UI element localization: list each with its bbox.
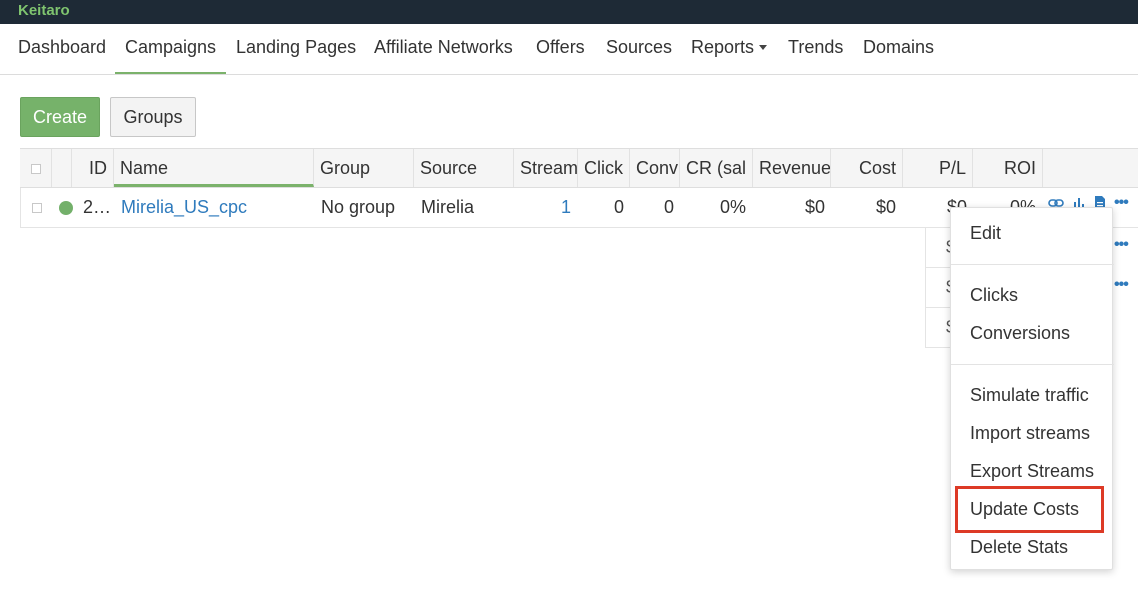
header-roi[interactable]: ROI (973, 149, 1043, 187)
status-dot-icon (59, 201, 73, 216)
header-pl[interactable]: P/L (903, 149, 973, 187)
menu-divider (951, 364, 1114, 365)
nav-offers[interactable]: Offers (536, 24, 585, 74)
header-conversions[interactable]: Conv (630, 149, 680, 187)
cell-source: Mirelia (421, 197, 475, 217)
menu-divider (951, 264, 1114, 265)
menu-item-conversions[interactable]: Conversions (970, 323, 1070, 344)
status-cell (59, 188, 75, 226)
cell-streams-link[interactable]: 1 (515, 188, 571, 226)
row-select-cell (21, 188, 53, 226)
cell-id: 2… (83, 197, 112, 217)
update-costs-highlight (955, 486, 1104, 533)
header-streams[interactable]: Stream (514, 149, 578, 187)
header-source[interactable]: Source (414, 149, 514, 187)
header-id[interactable]: ID (72, 149, 114, 187)
create-button[interactable]: Create (20, 97, 100, 137)
header-group[interactable]: Group (314, 149, 414, 187)
nav-landing-pages[interactable]: Landing Pages (236, 24, 356, 74)
nav-domains[interactable]: Domains (863, 24, 934, 74)
menu-item-export-streams[interactable]: Export Streams (970, 461, 1094, 482)
top-bar: Keitaro (0, 0, 1138, 24)
table-header: ID Name Group Source Stream Click Conv C… (20, 148, 1138, 188)
status-header (52, 149, 72, 187)
cell-cost: $0 (875, 197, 896, 217)
nav-campaigns[interactable]: Campaigns (115, 24, 227, 74)
more-actions-icon[interactable]: ••• (1114, 194, 1129, 212)
nav-affiliate-networks[interactable]: Affiliate Networks (374, 24, 513, 74)
select-all-cell (20, 149, 52, 187)
nav-sources[interactable]: Sources (606, 24, 672, 74)
select-all-checkbox[interactable] (30, 164, 41, 175)
header-actions (1043, 149, 1138, 187)
header-clicks[interactable]: Click (578, 149, 630, 187)
nav-reports[interactable]: Reports (691, 24, 768, 74)
header-revenue[interactable]: Revenue (753, 149, 831, 187)
menu-item-simulate-traffic[interactable]: Simulate traffic (970, 385, 1089, 406)
cell-cr: 0% (719, 197, 746, 217)
menu-item-edit[interactable]: Edit (970, 223, 1001, 244)
menu-item-clicks[interactable]: Clicks (970, 285, 1018, 306)
menu-item-import-streams[interactable]: Import streams (970, 423, 1090, 444)
cell-revenue: $0 (804, 197, 825, 217)
nav-reports-label: Reports (691, 37, 755, 57)
more-actions-icon[interactable]: ••• (1114, 276, 1129, 294)
main-nav: Dashboard Campaigns Landing Pages Affili… (0, 24, 1138, 75)
nav-dashboard[interactable]: Dashboard (18, 24, 106, 74)
groups-button[interactable]: Groups (110, 97, 196, 137)
header-cr[interactable]: CR (sal (680, 149, 753, 187)
brand-logo[interactable]: Keitaro (18, 2, 70, 19)
row-checkbox[interactable] (32, 203, 42, 214)
more-actions-icon[interactable]: ••• (1114, 236, 1129, 254)
cell-name-link[interactable]: Mirelia_US_cpc (121, 188, 311, 226)
nav-trends[interactable]: Trends (788, 24, 843, 74)
header-name[interactable]: Name (114, 149, 314, 187)
menu-item-delete-stats[interactable]: Delete Stats (970, 537, 1068, 558)
cell-group: No group (321, 197, 396, 217)
cell-conversions: 0 (663, 197, 674, 217)
cell-clicks: 0 (613, 197, 624, 217)
header-cost[interactable]: Cost (831, 149, 903, 187)
caret-down-icon (759, 45, 768, 50)
